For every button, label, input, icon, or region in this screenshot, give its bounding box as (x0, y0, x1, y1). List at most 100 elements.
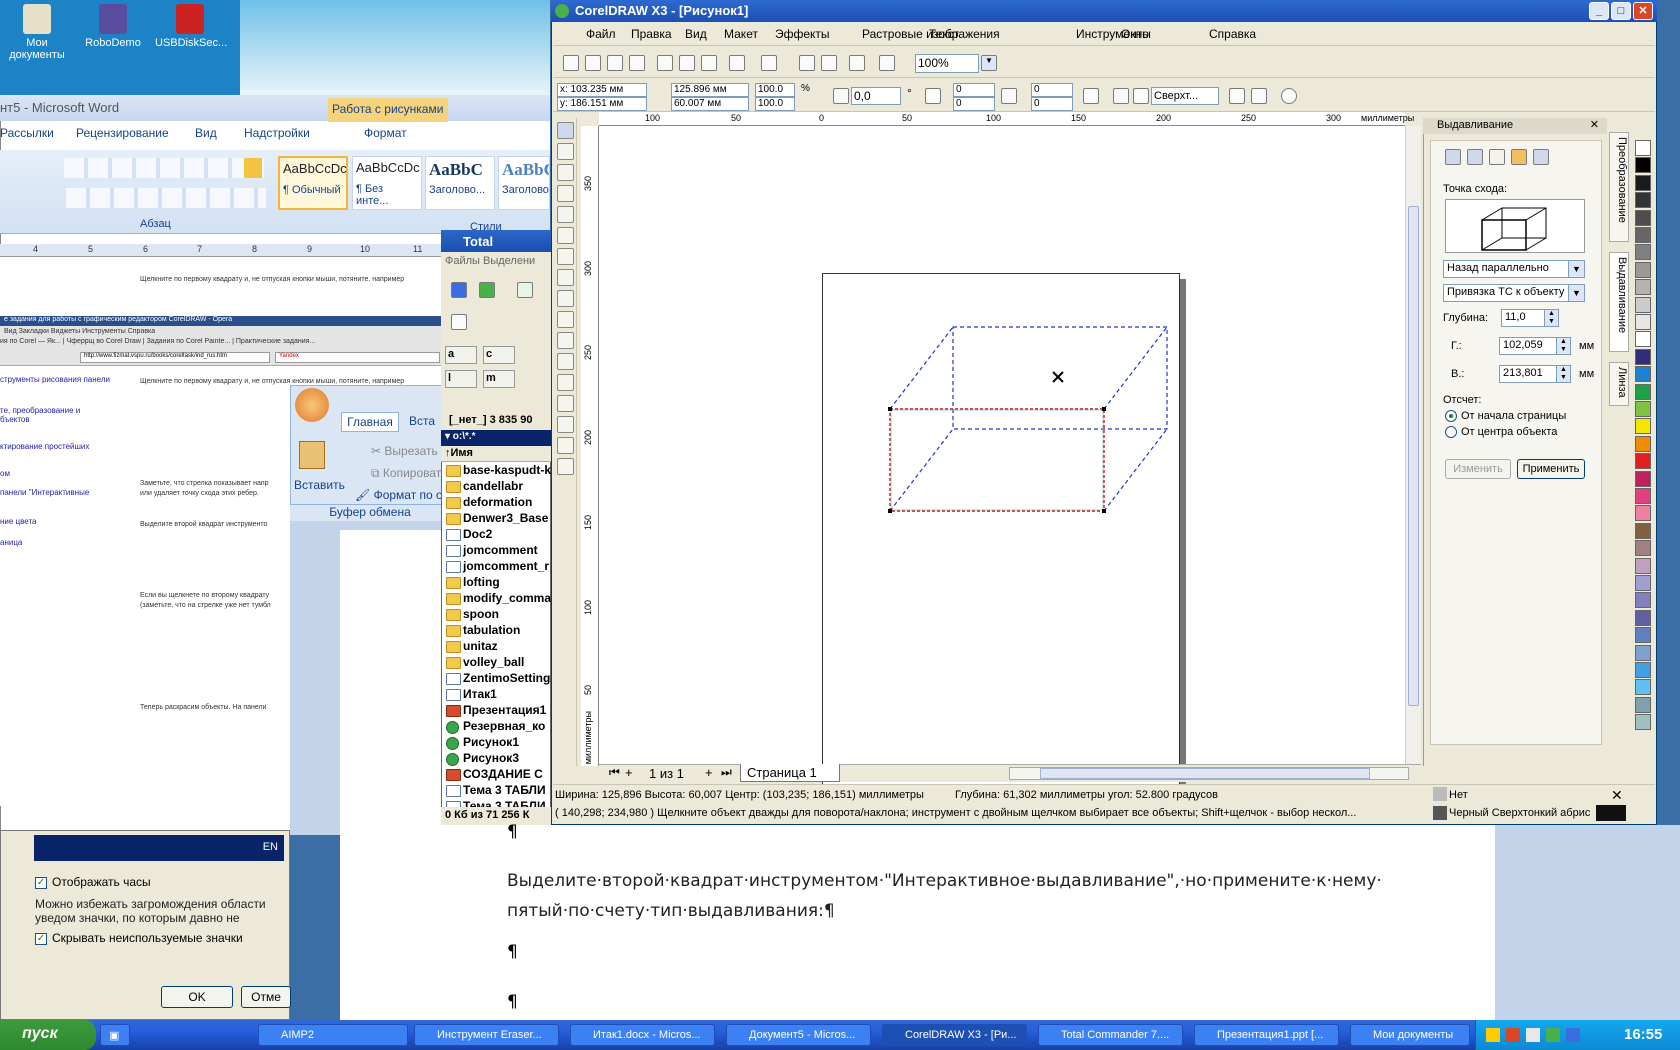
extrude-color-icon[interactable] (1511, 149, 1527, 165)
context-tab-picture[interactable]: Работа с рисунками (328, 98, 448, 122)
chevron-down-icon[interactable]: ▼ (1568, 285, 1584, 301)
color-swatch[interactable] (1635, 418, 1651, 435)
opera-menu[interactable]: Вид Закладки Виджеты Инструменты Справка (4, 328, 155, 335)
add-page-button[interactable]: + (625, 765, 633, 780)
toolbox-tool-icon[interactable] (557, 227, 574, 244)
taskbar-item-coreldraw[interactable]: CorelDRAW X3 - [Ри... (882, 1024, 1027, 1046)
last-page-button[interactable]: ⏭ (721, 765, 732, 780)
tray-icon[interactable] (1506, 1028, 1520, 1042)
h-scroll-thumb[interactable] (1040, 768, 1370, 779)
link[interactable]: аница (0, 538, 115, 547)
style-heading1[interactable]: AaBbC Заголово... (425, 156, 495, 210)
tab-lens[interactable]: Линза (1609, 362, 1629, 406)
convert-icon[interactable] (1281, 88, 1297, 104)
first-page-button[interactable]: ⏮ (609, 765, 620, 780)
color-swatch[interactable] (1635, 314, 1651, 330)
tray-icon[interactable] (1486, 1028, 1500, 1042)
paste-button[interactable]: Вставить (294, 478, 345, 492)
launcher-icon[interactable] (849, 55, 865, 71)
tc-menu[interactable]: Файлы Выделени (441, 252, 551, 272)
width-field[interactable]: 125.896 мм (671, 83, 749, 97)
cancel-button[interactable]: Отме (241, 986, 291, 1008)
taskbar-item[interactable]: Total Commander 7.... (1038, 1024, 1183, 1046)
tc-icon[interactable] (451, 314, 467, 330)
height-field[interactable]: 60.007 мм (671, 97, 749, 111)
link[interactable]: ктирование простейших (0, 442, 115, 451)
tray-icon[interactable] (1546, 1028, 1560, 1042)
paste-icon[interactable] (701, 55, 717, 71)
link[interactable]: струменты рисования панели (0, 375, 115, 384)
tc-file-row[interactable]: modify_comma (441, 590, 551, 606)
no-fill-icon[interactable]: ✕ (1611, 787, 1623, 804)
clock[interactable]: 16:55 (1624, 1026, 1662, 1043)
field-2[interactable]: 0 (953, 97, 995, 111)
color-swatch[interactable] (1635, 157, 1651, 174)
show-marks-button[interactable] (244, 158, 262, 178)
opera-tabs[interactable]: ия по Corel — Як... | Чферрщ во Corel Dr… (0, 338, 445, 350)
extrude-rotate-icon[interactable] (1467, 149, 1483, 165)
color-swatch[interactable] (1635, 192, 1651, 209)
refresh-icon[interactable] (517, 282, 533, 298)
color-swatch[interactable] (1635, 488, 1651, 504)
maximize-button[interactable]: □ (1611, 2, 1631, 20)
add-page-after-button[interactable]: + (705, 765, 713, 780)
toolbox-tool-icon[interactable] (557, 143, 574, 160)
color-swatch[interactable] (1635, 279, 1651, 296)
color-swatch[interactable] (1635, 383, 1651, 400)
color-swatch[interactable] (1635, 662, 1651, 678)
color-swatch[interactable] (1635, 627, 1651, 644)
tab-extrude[interactable]: Выдавливание (1609, 252, 1629, 352)
tc-file-row[interactable]: volley_ball (441, 654, 551, 670)
tab-insert[interactable]: Вста (409, 414, 435, 428)
chevron-down-icon[interactable]: ▼ (981, 55, 997, 71)
color-swatch[interactable] (1635, 714, 1651, 731)
cut-button[interactable]: ✂ Вырезать (371, 444, 438, 458)
extrude-bevel-icon[interactable] (1533, 149, 1549, 165)
drive-c-button[interactable]: c (483, 346, 515, 364)
toolbox-tool-icon[interactable] (557, 185, 574, 202)
mirror-icon[interactable] (925, 88, 941, 104)
color-swatch[interactable] (1635, 679, 1651, 696)
format-painter-button[interactable]: 🖌 Формат по об (355, 488, 450, 502)
field-3[interactable]: 0 (1031, 83, 1073, 97)
color-swatch[interactable] (1635, 331, 1651, 348)
paragraph-align-buttons[interactable] (66, 188, 266, 208)
tc-file-row[interactable]: Рисунок1 (441, 734, 551, 750)
toolbox-tool-icon[interactable] (557, 437, 574, 454)
ok-button[interactable]: OK (161, 986, 233, 1008)
tc-file-row[interactable]: ZentimoSetting (441, 670, 551, 686)
drive-m-button[interactable]: m (483, 370, 515, 388)
undo-icon[interactable] (729, 55, 745, 71)
v-coordinate-field[interactable]: 213,801 ▲ ▼ (1499, 365, 1571, 383)
extrude-light-icon[interactable] (1489, 149, 1505, 165)
new-icon[interactable] (563, 55, 579, 71)
wrap-icon[interactable] (1113, 88, 1129, 104)
style-normal[interactable]: AaBbCcDc ¶ Обычный (278, 156, 348, 210)
extrude-drawing[interactable] (599, 126, 1405, 764)
tc-file-row[interactable]: candellabr (441, 478, 551, 494)
tray-icon[interactable] (1526, 1028, 1540, 1042)
vanishing-point-marker[interactable] (1052, 371, 1064, 383)
tc-icon[interactable] (479, 282, 495, 298)
ref-page-radio[interactable]: От начала страницы (1445, 410, 1566, 423)
tc-file-row[interactable]: tabulation (441, 622, 551, 638)
vertical-scrollbar[interactable] (1405, 126, 1421, 764)
color-swatch[interactable] (1635, 609, 1651, 626)
selected-square[interactable] (889, 408, 1105, 512)
spinner-icon[interactable]: ▲ ▼ (1556, 366, 1570, 382)
tc-file-row[interactable]: СОЗДАНИЕ С (441, 766, 551, 782)
color-swatch[interactable] (1635, 435, 1651, 452)
toolbox-tool-icon[interactable] (557, 122, 574, 139)
tc-column-name[interactable]: ↑Имя (441, 446, 551, 462)
spinner-icon[interactable]: ▲ ▼ (1556, 338, 1570, 354)
color-swatch[interactable] (1635, 209, 1651, 226)
menu-tools[interactable]: Окно (1121, 27, 1149, 41)
copy-icon[interactable] (679, 55, 695, 71)
tc-file-row[interactable]: lofting (441, 574, 551, 590)
office-button[interactable] (295, 388, 329, 422)
tc-file-row[interactable]: Doc2 (441, 526, 551, 542)
import-icon[interactable] (799, 55, 815, 71)
minimize-button[interactable]: _ (1589, 2, 1609, 20)
lock-icon[interactable] (1083, 88, 1099, 104)
style-heading2[interactable]: AaBbCЗаголово (498, 156, 550, 210)
